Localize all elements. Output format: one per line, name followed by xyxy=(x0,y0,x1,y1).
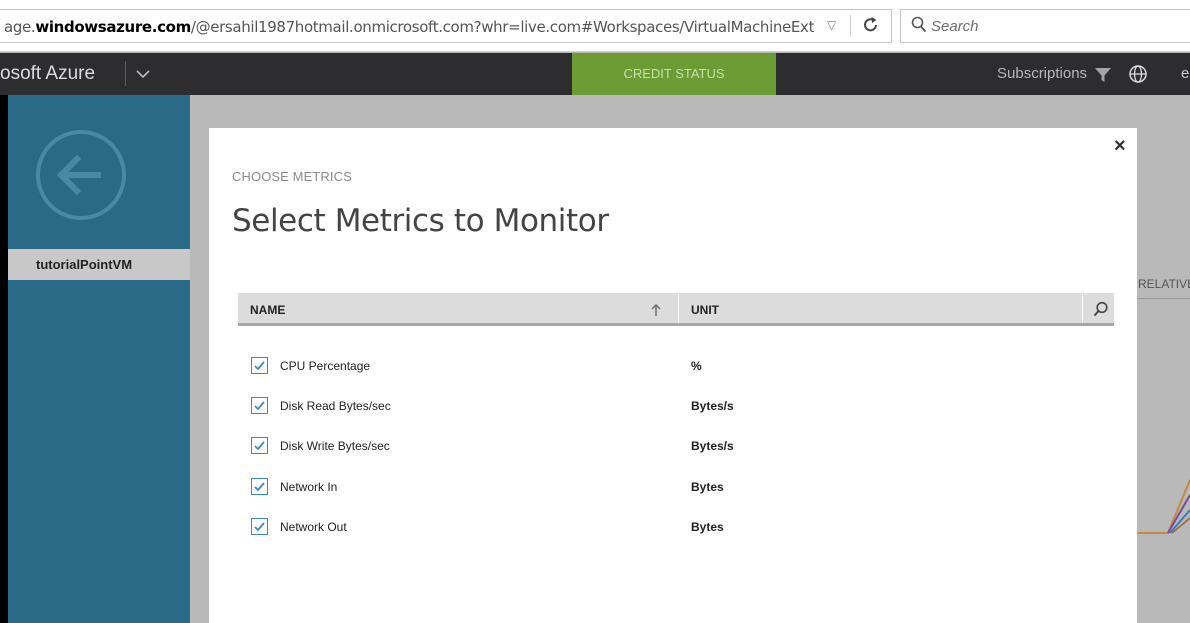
chevron-down-icon[interactable] xyxy=(134,65,152,83)
metric-name: CPU Percentage xyxy=(280,359,371,373)
metric-unit: Bytes xyxy=(691,480,724,494)
search-icon[interactable] xyxy=(1093,301,1109,317)
column-header-unit[interactable]: UNIT xyxy=(691,303,719,317)
background-chart xyxy=(1138,479,1190,534)
checkmark-icon xyxy=(254,441,265,451)
back-button[interactable] xyxy=(35,129,127,221)
metric-name: Network In xyxy=(280,480,338,494)
sort-ascending-icon[interactable] xyxy=(651,303,661,317)
metrics-table-header: NAME UNIT xyxy=(238,293,1114,326)
checkmark-icon xyxy=(254,482,265,492)
sidebar-edge xyxy=(0,95,8,623)
metric-row[interactable]: Disk Write Bytes/sec Bytes/s xyxy=(238,433,1114,473)
metric-row[interactable]: CPU Percentage % xyxy=(238,353,1114,393)
globe-icon[interactable] xyxy=(1128,64,1148,84)
search-icon xyxy=(911,16,927,34)
back-arrow-icon xyxy=(36,130,126,220)
metric-checkbox[interactable] xyxy=(251,518,268,535)
checkmark-icon xyxy=(254,361,265,371)
search-placeholder: Search xyxy=(931,18,979,35)
checkmark-icon xyxy=(254,522,265,532)
metric-name: Disk Write Bytes/sec xyxy=(280,439,390,453)
metric-checkbox[interactable] xyxy=(251,397,268,414)
url-text[interactable]: age.windowsazure.com/@ersahil1987hotmail… xyxy=(4,18,814,36)
divider xyxy=(125,61,126,86)
brand-title[interactable]: osoft Azure xyxy=(0,63,95,85)
metric-unit: Bytes/s xyxy=(691,439,734,453)
metric-unit: Bytes/s xyxy=(691,399,734,413)
address-bar[interactable]: age.windowsazure.com/@ersahil1987hotmail… xyxy=(0,9,892,43)
metric-checkbox[interactable] xyxy=(251,357,268,374)
metric-row[interactable]: Network In Bytes xyxy=(238,474,1114,514)
filter-icon[interactable] xyxy=(1094,66,1112,84)
dialog-overline: CHOOSE METRICS xyxy=(232,169,352,184)
credit-status-button[interactable]: CREDIT STATUS xyxy=(572,53,776,95)
reload-icon[interactable] xyxy=(862,15,880,37)
metric-name: Disk Read Bytes/sec xyxy=(280,399,391,413)
subscriptions-label[interactable]: Subscriptions xyxy=(997,65,1087,82)
dialog-title: Select Metrics to Monitor xyxy=(232,203,609,239)
column-header-name[interactable]: NAME xyxy=(250,303,285,317)
choose-metrics-dialog: × CHOOSE METRICS Select Metrics to Monit… xyxy=(209,128,1137,623)
metric-checkbox[interactable] xyxy=(251,478,268,495)
relative-label: RELATIVE xyxy=(1138,277,1190,291)
divider xyxy=(1082,293,1083,323)
browser-search-field[interactable]: Search xyxy=(900,9,1190,43)
metric-unit: % xyxy=(691,359,702,373)
close-button[interactable]: × xyxy=(1114,136,1126,156)
sidebar-item-vm[interactable]: tutorialPointVM xyxy=(8,249,190,280)
language-label[interactable]: en xyxy=(1181,65,1190,82)
metric-checkbox[interactable] xyxy=(251,437,268,454)
divider xyxy=(1138,298,1190,299)
metric-name: Network Out xyxy=(280,520,347,534)
metric-row[interactable]: Disk Read Bytes/sec Bytes/s xyxy=(238,393,1114,433)
url-dropdown-icon[interactable]: ▽ xyxy=(827,18,836,32)
divider xyxy=(850,15,851,37)
metric-row[interactable]: Network Out Bytes xyxy=(238,514,1114,554)
browser-toolbar: age.windowsazure.com/@ersahil1987hotmail… xyxy=(0,0,1190,52)
checkmark-icon xyxy=(254,401,265,411)
divider xyxy=(678,293,679,323)
sidebar-item-label: tutorialPointVM xyxy=(36,257,133,272)
metric-unit: Bytes xyxy=(691,520,724,534)
azure-header: osoft Azure CREDIT STATUS Subscriptions … xyxy=(0,53,1190,95)
